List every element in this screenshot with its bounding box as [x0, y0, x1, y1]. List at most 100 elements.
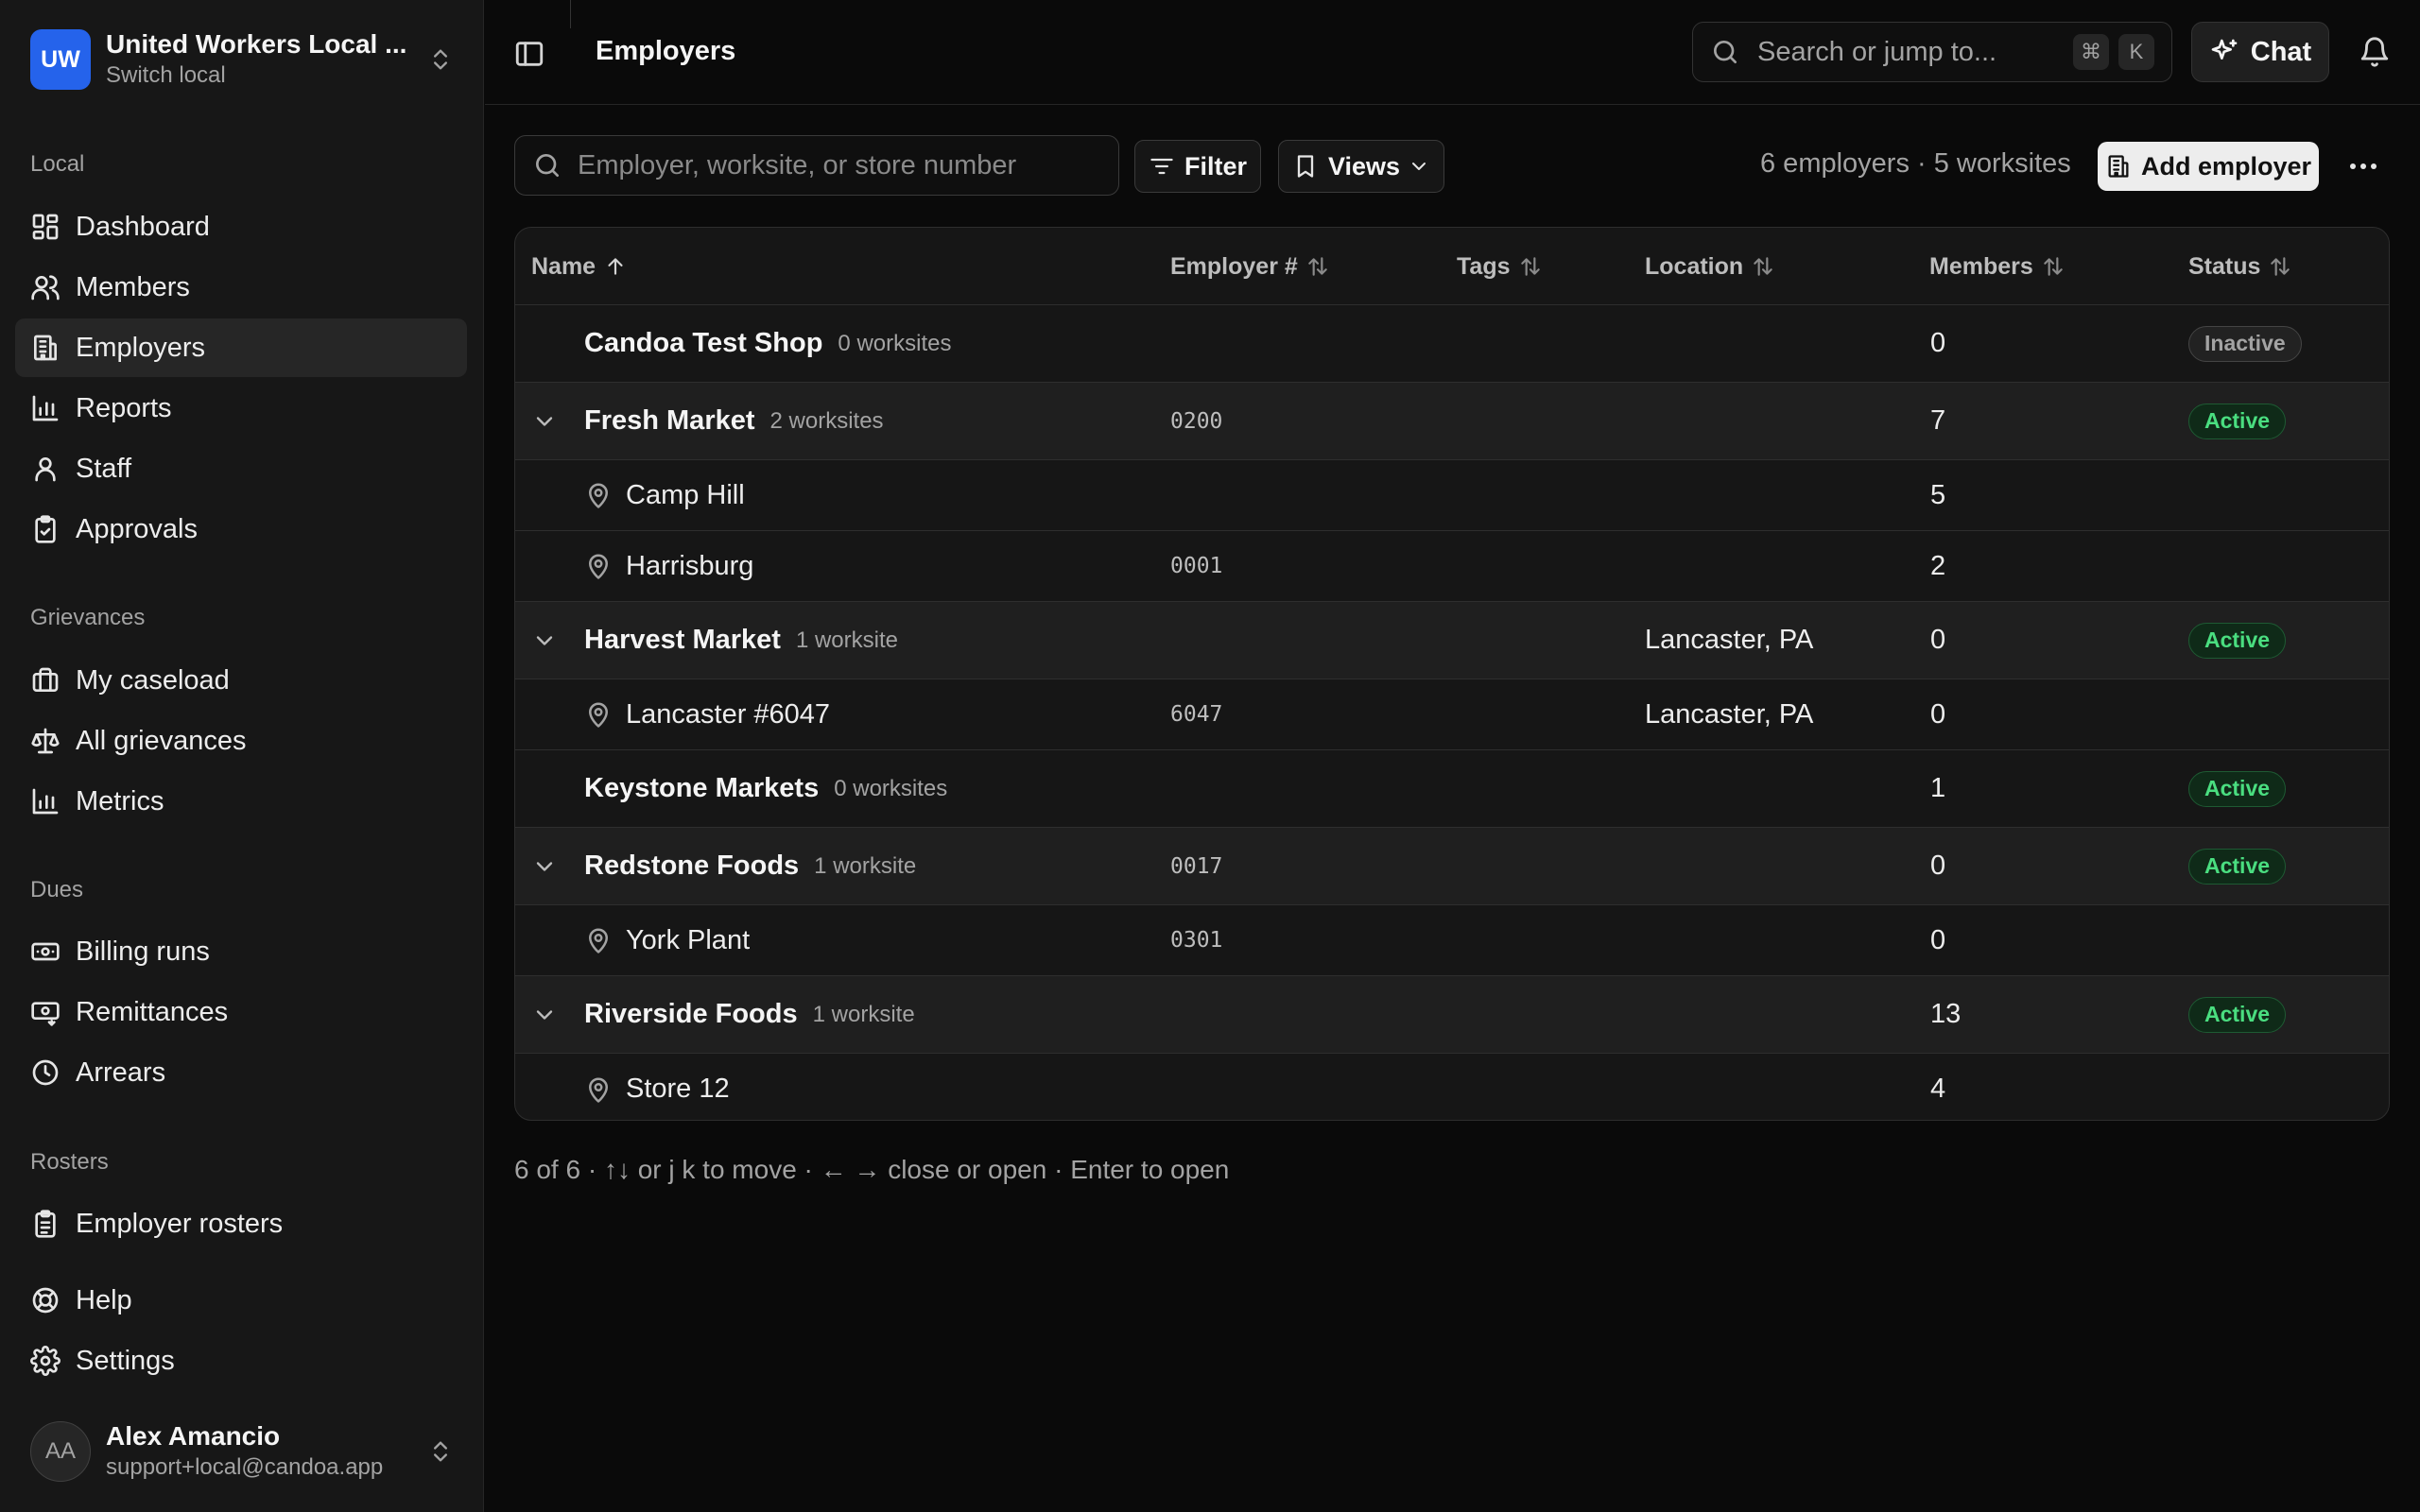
- column-header-tags[interactable]: Tags: [1457, 228, 1543, 305]
- member-count: 0: [1930, 850, 1946, 881]
- worksite-row[interactable]: Lancaster #6047 6047 Lancaster, PA 0: [515, 679, 2389, 750]
- employer-search[interactable]: [514, 135, 1119, 196]
- worksite-row[interactable]: York Plant 0301 0: [515, 905, 2389, 976]
- worksite-row[interactable]: Harrisburg 0001 2: [515, 531, 2389, 602]
- worksite-count: 2 worksites: [769, 407, 884, 434]
- sidebar-item-staff[interactable]: Staff: [15, 439, 467, 498]
- org-name: United Workers Local ...: [106, 29, 407, 59]
- employer-row[interactable]: Fresh Market 2 worksites 0200 7 Active: [515, 383, 2389, 460]
- sidebar-item-my-caseload[interactable]: My caseload: [15, 651, 467, 710]
- sidebar-item-remittances[interactable]: Remittances: [15, 983, 467, 1041]
- kbd-k: K: [2118, 34, 2154, 70]
- column-header-name[interactable]: Name: [531, 228, 628, 305]
- status-badge: Active: [2188, 622, 2287, 659]
- employer-name: Harvest Market: [584, 625, 781, 655]
- filter-button[interactable]: Filter: [1134, 140, 1262, 193]
- sidebar-item-dashboard[interactable]: Dashboard: [15, 198, 467, 256]
- user-icon: [35, 457, 56, 482]
- worksite-count: 1 worksite: [812, 1001, 915, 1027]
- org-avatar: UW: [30, 29, 91, 90]
- employer-row[interactable]: Redstone Foods 1 worksite 0017 0 Active: [515, 828, 2389, 905]
- member-count: 5: [1930, 479, 1946, 510]
- table-header: Name Employer # Tags Location Members Status: [515, 228, 2389, 305]
- sidebar-item-label: Settings: [76, 1345, 175, 1376]
- sidebar-item-label: Approvals: [76, 513, 198, 544]
- life-buoy-icon: [32, 1287, 59, 1314]
- column-header-label: Tags: [1457, 252, 1511, 280]
- sort-icon: [1520, 257, 1540, 276]
- worksite-name: Camp Hill: [626, 479, 745, 510]
- org-switcher[interactable]: UW United Workers Local ... Switch local: [15, 15, 469, 104]
- employer-number: 0301: [1170, 928, 1223, 953]
- sidebar-item-employers[interactable]: Employers: [15, 318, 467, 377]
- search-icon: [1714, 41, 1737, 63]
- sidebar-item-all-grievances[interactable]: All grievances: [15, 712, 467, 770]
- global-search-placeholder: Search or jump to...: [1757, 36, 1997, 67]
- user-text: Alex Amancio support+local@candoa.app: [106, 1420, 427, 1483]
- worksite-row[interactable]: Store 12 4: [515, 1054, 2389, 1120]
- sidebar-item-arrears[interactable]: Arrears: [15, 1043, 467, 1102]
- add-employer-button[interactable]: Add employer: [2098, 142, 2319, 191]
- building-icon: [34, 335, 57, 361]
- member-count: 13: [1930, 999, 1962, 1029]
- employer-row[interactable]: Keystone Markets 0 worksites 1 Active: [515, 750, 2389, 828]
- bell-icon[interactable]: [2359, 36, 2391, 68]
- user-menu[interactable]: AA Alex Amancio support+local@candoa.app: [15, 1418, 469, 1486]
- user-avatar: AA: [30, 1421, 91, 1482]
- employer-row[interactable]: Candoa Test Shop 0 worksites 0 Inactive: [515, 305, 2389, 383]
- status-badge: Active: [2188, 403, 2287, 439]
- more-options-button[interactable]: [2344, 149, 2382, 183]
- worksite-row[interactable]: Camp Hill 5: [515, 460, 2389, 531]
- sidebar-item-billing-runs[interactable]: Billing runs: [15, 922, 467, 981]
- member-count: 7: [1930, 405, 1946, 436]
- chevron-down-icon[interactable]: [531, 627, 558, 654]
- employer-name: Riverside Foods: [584, 999, 798, 1029]
- column-header-members[interactable]: Members: [1929, 228, 2066, 305]
- sidebar-item-employer-rosters[interactable]: Employer rosters: [15, 1194, 467, 1253]
- sidebar-item-help[interactable]: Help: [15, 1271, 467, 1330]
- sidebar: UW United Workers Local ... Switch local…: [0, 0, 484, 1512]
- bar-chart-icon: [32, 788, 59, 815]
- top-bar: Employers Search or jump to... ⌘ K Chat: [485, 0, 2420, 105]
- sidebar-toggle-icon[interactable]: [513, 38, 545, 70]
- bar-chart-icon: [32, 395, 59, 421]
- chevron-down-icon[interactable]: [531, 853, 558, 880]
- search-icon: [536, 154, 559, 177]
- sidebar-item-approvals[interactable]: Approvals: [15, 500, 467, 558]
- employer-row[interactable]: Harvest Market 1 worksite Lancaster, PA 0 Ac…: [515, 602, 2389, 679]
- sidebar-item-settings[interactable]: Settings: [15, 1332, 467, 1390]
- column-header-status[interactable]: Status: [2188, 228, 2292, 305]
- sort-icon: [2271, 257, 2290, 276]
- map-pin-icon: [589, 1077, 608, 1103]
- employer-number: 0017: [1170, 853, 1223, 879]
- sidebar-item-members[interactable]: Members: [15, 258, 467, 317]
- chat-button[interactable]: Chat: [2191, 22, 2329, 82]
- sidebar-item-reports[interactable]: Reports: [15, 379, 467, 438]
- column-header-employer[interactable]: Employer #: [1170, 228, 1330, 305]
- member-count: 1: [1930, 773, 1946, 803]
- employer-number: 0001: [1170, 554, 1223, 578]
- employer-name: Keystone Markets: [584, 773, 820, 803]
- status-badge: Active: [2188, 996, 2287, 1033]
- filter-label: Filter: [1184, 151, 1248, 180]
- employer-number: 0200: [1170, 408, 1223, 434]
- employer-row[interactable]: Riverside Foods 1 worksite 13 Active: [515, 976, 2389, 1054]
- bookmark-icon: [1297, 155, 1314, 178]
- column-header-location[interactable]: Location: [1645, 228, 1775, 305]
- nav-group-local: Local: [30, 151, 85, 177]
- org-text: United Workers Local ... Switch local: [106, 28, 427, 91]
- sidebar-item-label: Remittances: [76, 996, 229, 1027]
- worksite-count: 0 worksites: [834, 775, 948, 801]
- member-count: 0: [1930, 924, 1946, 955]
- views-button[interactable]: Views: [1278, 140, 1445, 193]
- employer-name: Redstone Foods: [584, 850, 800, 881]
- member-count: 2: [1930, 550, 1946, 581]
- views-label: Views: [1328, 151, 1401, 180]
- result-counts: 6 employers · 5 worksites: [1760, 148, 2071, 179]
- chat-label: Chat: [2250, 36, 2312, 67]
- chevron-down-icon[interactable]: [531, 1002, 558, 1028]
- sidebar-item-metrics[interactable]: Metrics: [15, 772, 467, 831]
- chevron-down-icon[interactable]: [531, 408, 558, 435]
- employer-search-input[interactable]: [578, 149, 1101, 181]
- global-search[interactable]: Search or jump to... ⌘ K: [1692, 22, 2172, 82]
